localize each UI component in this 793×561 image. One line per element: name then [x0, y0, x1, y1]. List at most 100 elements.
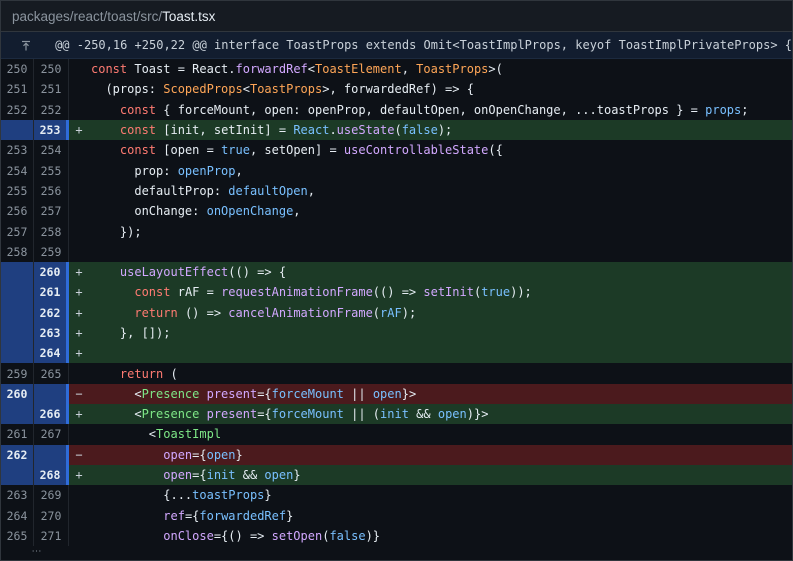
code-token: props	[705, 102, 742, 117]
old-line-number[interactable]: 251	[1, 79, 34, 100]
old-line-number[interactable]: 256	[1, 201, 34, 222]
diff-marker: +	[75, 285, 83, 300]
new-line-number[interactable]: 252	[34, 99, 69, 120]
diff-marker: −	[75, 386, 83, 401]
old-line-number[interactable]	[1, 302, 34, 323]
old-line-number[interactable]	[1, 282, 34, 303]
hunk-header: @@ -250,16 +250,22 @@ interface ToastPro…	[1, 32, 792, 59]
old-line-number[interactable]	[1, 404, 34, 425]
old-line-number[interactable]: 253	[1, 140, 34, 161]
old-line-number[interactable]: 259	[1, 363, 34, 384]
diff-line-context: 259 265 return (	[1, 363, 792, 384]
old-line-number[interactable]: 265	[1, 525, 34, 547]
code-token: false	[329, 528, 366, 543]
new-line-number[interactable]: 251	[34, 79, 69, 100]
diff-line-context: 252 252 const { forceMount, open: openPro…	[1, 99, 792, 120]
code-token: () =>	[184, 305, 229, 320]
code-content: open={init && open}	[89, 468, 300, 482]
code-token: const	[134, 285, 178, 300]
new-line-number[interactable]	[34, 383, 69, 405]
old-line-number[interactable]: 254	[1, 160, 34, 181]
new-line-number[interactable]: 262	[34, 302, 69, 323]
code-token: useState	[336, 123, 395, 138]
code-token: (	[170, 366, 178, 381]
code-token: onOpenChange	[206, 204, 294, 219]
code-token: true	[481, 285, 511, 300]
code-token: ={	[192, 447, 207, 462]
old-line-number[interactable]	[1, 261, 34, 283]
diff-line-context: 257 258 });	[1, 221, 792, 242]
old-line-number[interactable]	[1, 343, 34, 364]
code-token: forwardedRef	[199, 508, 287, 523]
new-line-number[interactable]: 264	[34, 343, 69, 364]
new-line-number[interactable]: 254	[34, 140, 69, 161]
code-token: prop:	[91, 163, 178, 178]
expand-down-button[interactable]: ⋯	[1, 546, 792, 558]
code-token: defaultProp:	[91, 183, 229, 198]
new-line-number[interactable]: 270	[34, 505, 69, 526]
old-line-number[interactable]: 262	[1, 444, 34, 465]
new-line-number[interactable]: 253	[34, 119, 69, 141]
new-line-number[interactable]: 260	[34, 261, 69, 283]
diff-line-added: 261 + const rAF = requestAnimationFrame((…	[1, 282, 792, 303]
new-line-number[interactable]: 255	[34, 160, 69, 181]
new-line-number[interactable]: 258	[34, 221, 69, 242]
new-line-number[interactable]: 271	[34, 525, 69, 547]
old-line-number[interactable]: 260	[1, 383, 34, 405]
new-line-number[interactable]: 256	[34, 180, 69, 202]
new-line-number[interactable]: 259	[34, 241, 69, 262]
code-token: forceMount	[271, 386, 352, 401]
code-token: ({	[488, 143, 503, 158]
old-line-number[interactable]	[1, 464, 34, 486]
code-content: });	[89, 225, 142, 239]
code-token: { forceMount, open: openProp, defaultOpe…	[163, 102, 706, 117]
old-line-number[interactable]	[1, 322, 34, 344]
new-line-number[interactable]: 257	[34, 201, 69, 222]
code-token: open	[437, 407, 467, 422]
code-token: rAF =	[177, 285, 222, 300]
old-line-number[interactable]: 250	[1, 59, 34, 80]
code-token: || (	[351, 407, 381, 422]
diff-line-context: 254 255 prop: openProp,	[1, 160, 792, 181]
code-token: setInit	[423, 285, 474, 300]
code-content: onClose={() => setOpen(false)}	[89, 529, 380, 543]
code-content: return (	[89, 367, 178, 381]
code-token: forceMount	[271, 407, 352, 422]
old-line-number[interactable]: 255	[1, 180, 34, 202]
new-line-number[interactable]: 263	[34, 322, 69, 344]
old-line-number[interactable]: 261	[1, 424, 34, 445]
code-token: true	[221, 143, 250, 158]
new-line-number[interactable]: 268	[34, 464, 69, 486]
code-token: ToastProps	[249, 82, 323, 97]
old-line-number[interactable]	[1, 119, 34, 141]
code-token: ;	[741, 102, 749, 117]
old-line-number[interactable]: 263	[1, 485, 34, 506]
code-token: useLayoutEffect	[119, 265, 229, 280]
old-line-number[interactable]: 258	[1, 241, 34, 262]
code-token: requestAnimationFrame	[221, 285, 373, 300]
diff-line-added: 268 + open={init && open}	[1, 464, 792, 486]
new-line-number[interactable]: 261	[34, 282, 69, 303]
diff-line-context: 265 271 onClose={() => setOpen(false)}	[1, 525, 792, 547]
code-token: useControllableState	[343, 143, 489, 158]
new-line-number[interactable]: 267	[34, 424, 69, 445]
old-line-number[interactable]: 264	[1, 505, 34, 526]
diff-line-added: 266 + <Presence present={forceMount || (i…	[1, 404, 792, 425]
code-token: {...	[91, 488, 193, 503]
new-line-number[interactable]: 265	[34, 363, 69, 384]
new-line-number[interactable]: 250	[34, 59, 69, 80]
code-token: );	[401, 305, 417, 320]
diff-line-context: 263 269 {...toastProps}	[1, 485, 792, 506]
code-token: <	[307, 62, 315, 77]
file-name[interactable]: Toast.tsx	[162, 9, 215, 24]
diff-marker: −	[75, 447, 83, 462]
expand-up-button[interactable]	[1, 32, 51, 58]
old-line-number[interactable]: 252	[1, 99, 34, 120]
old-line-number[interactable]: 257	[1, 221, 34, 242]
new-line-number[interactable]: 269	[34, 485, 69, 506]
new-line-number[interactable]	[34, 444, 69, 465]
new-line-number[interactable]: 266	[34, 404, 69, 425]
